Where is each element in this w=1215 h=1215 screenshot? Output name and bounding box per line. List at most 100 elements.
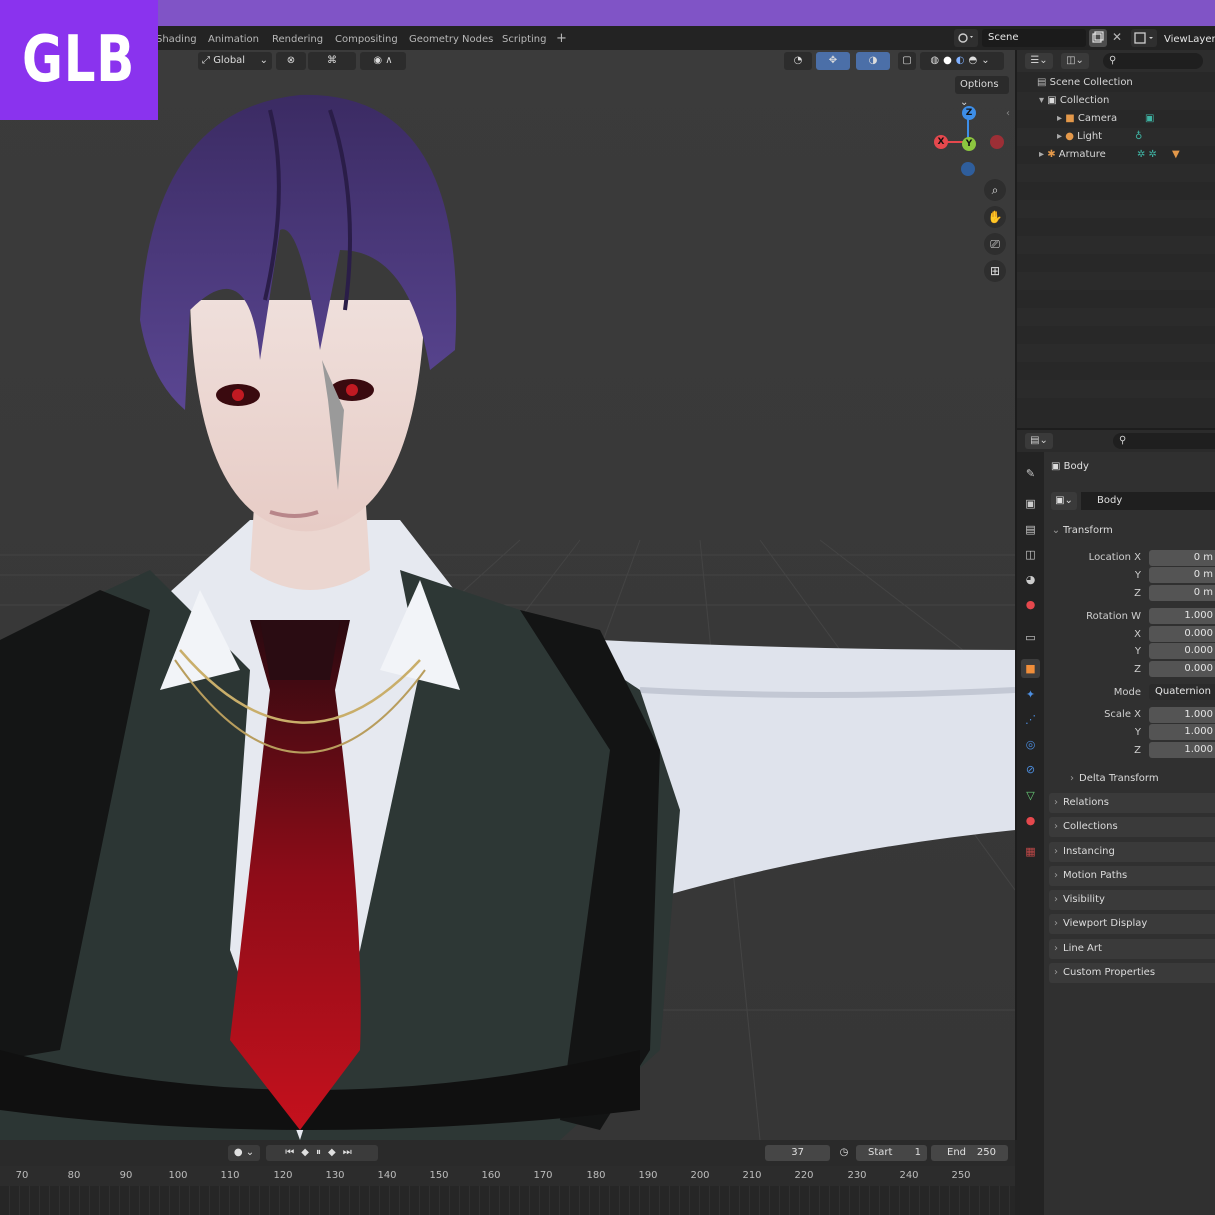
camera-data-icon[interactable]: ▣: [1145, 110, 1154, 128]
outliner-item-camera[interactable]: ▸ ■ Camera ▣: [1017, 110, 1215, 128]
scene-name-field[interactable]: Scene: [982, 29, 1086, 47]
rotation-w-field[interactable]: 1.000: [1149, 608, 1215, 624]
tab-rendering[interactable]: Rendering: [272, 34, 323, 45]
panel-relations[interactable]: › Relations: [1049, 793, 1215, 813]
jump-start-icon[interactable]: ⏮: [285, 1147, 301, 1158]
render-tab-icon[interactable]: ▣: [1021, 494, 1040, 513]
pause-icon[interactable]: ⏸: [316, 1147, 328, 1158]
tab-shading[interactable]: Shading: [156, 34, 197, 45]
tab-animation[interactable]: Animation: [208, 34, 259, 45]
location-y-field[interactable]: 0 m: [1149, 567, 1215, 583]
material-preview-shading-icon[interactable]: ◐: [956, 55, 969, 66]
output-tab-icon[interactable]: ▤: [1021, 520, 1040, 539]
view-layer-name[interactable]: ViewLayer: [1164, 34, 1215, 45]
scene-tab-icon[interactable]: ◕: [1021, 570, 1040, 589]
end-frame-field[interactable]: End 250: [931, 1145, 1008, 1161]
display-mode-dropdown[interactable]: ☰⌄: [1025, 53, 1053, 69]
texture-tab-icon[interactable]: ▦: [1021, 842, 1040, 861]
next-keyframe-icon[interactable]: ◆: [328, 1147, 343, 1158]
gizmo-z-axis[interactable]: Z: [962, 106, 976, 120]
view-layer-browse-button[interactable]: [1131, 29, 1157, 47]
start-frame-field[interactable]: Start 1: [856, 1145, 927, 1161]
gizmo-toggle[interactable]: ✥: [816, 52, 850, 70]
camera-view-icon[interactable]: ⎚: [984, 233, 1006, 255]
panel-viewport-display[interactable]: › Viewport Display: [1049, 914, 1215, 934]
editor-type-dropdown[interactable]: ▤⌄: [1025, 433, 1053, 449]
properties-search-input[interactable]: ⚲: [1113, 433, 1215, 449]
proportional-edit-dropdown[interactable]: ◉ ∧: [360, 52, 406, 70]
gizmo-x-axis[interactable]: X: [934, 135, 948, 149]
rendered-shading-icon[interactable]: ◓: [969, 55, 982, 66]
modifier-icon[interactable]: ▼: [1172, 146, 1180, 164]
visibility-dropdown[interactable]: ◔: [784, 52, 812, 70]
pose-icon[interactable]: ✲ ✲: [1137, 146, 1157, 164]
gizmo-y-axis[interactable]: Y: [962, 137, 976, 151]
transform-orientation-dropdown[interactable]: ⤢ Global ⌄: [198, 52, 272, 70]
panel-visibility[interactable]: › Visibility: [1049, 890, 1215, 910]
rotation-z-field[interactable]: 0.000: [1149, 661, 1215, 677]
rotation-mode-dropdown[interactable]: Quaternion (W: [1149, 684, 1215, 700]
constraints-tab-icon[interactable]: ⊘: [1021, 760, 1040, 779]
new-scene-button[interactable]: [1089, 29, 1107, 47]
outliner-search-input[interactable]: ⚲: [1103, 53, 1203, 69]
pan-hand-icon[interactable]: ✋: [984, 206, 1006, 228]
stopwatch-icon[interactable]: ◷: [836, 1145, 852, 1161]
overlays-toggle[interactable]: ◑: [856, 52, 890, 70]
transform-panel-header[interactable]: ⌄ Transform: [1049, 521, 1215, 541]
timeline-track[interactable]: [0, 1186, 1015, 1215]
collapse-sidebar-arrow-icon[interactable]: ‹: [1006, 108, 1015, 122]
delete-scene-icon[interactable]: ✕: [1112, 30, 1122, 44]
light-data-icon[interactable]: ♁: [1135, 128, 1142, 146]
particles-tab-icon[interactable]: ⋰: [1021, 710, 1040, 729]
wireframe-shading-icon[interactable]: ◍: [930, 55, 943, 66]
add-workspace-button[interactable]: +: [556, 31, 567, 46]
panel-collections[interactable]: › Collections: [1049, 817, 1215, 837]
tab-compositing[interactable]: Compositing: [335, 34, 398, 45]
scale-x-field[interactable]: 1.000: [1149, 707, 1215, 723]
scale-y-field[interactable]: 1.000: [1149, 724, 1215, 740]
chevron-down-icon[interactable]: ⌄: [981, 55, 993, 66]
material-tab-icon[interactable]: ●: [1021, 811, 1040, 830]
rotation-x-field[interactable]: 0.000: [1149, 626, 1215, 642]
panel-motion-paths[interactable]: › Motion Paths: [1049, 866, 1215, 886]
filter-dropdown[interactable]: ◫⌄: [1061, 53, 1089, 69]
location-x-field[interactable]: 0 m: [1149, 550, 1215, 566]
world-tab-icon[interactable]: ●: [1021, 595, 1040, 614]
options-dropdown[interactable]: Options ⌄: [955, 76, 1009, 108]
object-datablock-field[interactable]: ▣⌄ Body: [1051, 492, 1215, 510]
collection-tab-icon[interactable]: ▭: [1021, 628, 1040, 647]
zoom-icon[interactable]: ⌕: [984, 179, 1006, 201]
rotation-y-field[interactable]: 0.000: [1149, 643, 1215, 659]
tab-scripting[interactable]: Scripting: [502, 34, 546, 45]
panel-custom-properties[interactable]: › Custom Properties: [1049, 963, 1215, 983]
object-tab-icon[interactable]: ■: [1021, 659, 1040, 678]
panel-line-art[interactable]: › Line Art: [1049, 939, 1215, 959]
outliner-collection[interactable]: ▾ ▣ Collection: [1017, 92, 1215, 110]
shading-mode-switch[interactable]: ◍●◐◓⌄: [920, 52, 1004, 70]
record-button[interactable]: ● ⌄: [228, 1145, 260, 1161]
scene-browse-button[interactable]: [954, 29, 978, 47]
tool-tab-icon[interactable]: ✎: [1021, 464, 1040, 483]
physics-tab-icon[interactable]: ◎: [1021, 735, 1040, 754]
timeline-ruler[interactable]: 70 80 90 100 110 120 130 140 150 160 170…: [0, 1166, 1015, 1215]
outliner-scene-collection[interactable]: ▤ Scene Collection: [1017, 74, 1215, 92]
data-tab-icon[interactable]: ▽: [1021, 786, 1040, 805]
panel-instancing[interactable]: › Instancing: [1049, 842, 1215, 862]
perspective-grid-icon[interactable]: ⊞: [984, 260, 1006, 282]
xray-toggle[interactable]: ▢: [898, 52, 916, 70]
scale-z-field[interactable]: 1.000: [1149, 742, 1215, 758]
outliner-item-armature[interactable]: ▸ ✱ Armature ✲ ✲ ▼: [1017, 146, 1215, 164]
snap-dropdown[interactable]: ⌘: [308, 52, 356, 70]
view-layer-tab-icon[interactable]: ◫: [1021, 545, 1040, 564]
prev-keyframe-icon[interactable]: ◆: [301, 1147, 316, 1158]
pivot-point-dropdown[interactable]: ⊗: [276, 52, 306, 70]
3d-viewport[interactable]: ⤢ Global ⌄ ⊗ ⌘ ◉ ∧ ◔ ✥ ◑ ▢ ◍●◐◓⌄ Options…: [0, 50, 1015, 1140]
character-model[interactable]: [0, 50, 1015, 1140]
modifier-tab-icon[interactable]: ✦: [1021, 685, 1040, 704]
tab-geometry-nodes[interactable]: Geometry Nodes: [409, 34, 493, 45]
location-z-field[interactable]: 0 m: [1149, 585, 1215, 601]
solid-shading-icon[interactable]: ●: [943, 55, 956, 66]
delta-transform-subpanel[interactable]: › Delta Transform: [1065, 769, 1215, 789]
jump-end-icon[interactable]: ⏭: [343, 1147, 359, 1158]
current-frame-field[interactable]: 37: [765, 1145, 830, 1161]
